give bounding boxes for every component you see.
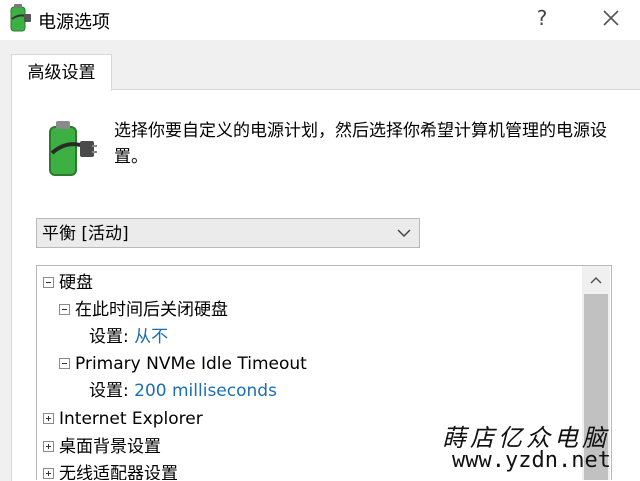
collapse-icon[interactable] — [43, 277, 54, 288]
power-plan-select[interactable]: 平衡 [活动] — [36, 218, 420, 248]
tree-item-label: 在此时间后关闭硬盘 — [75, 300, 228, 320]
power-plan-value: 平衡 [活动] — [42, 224, 129, 244]
tree-item-label: 无线适配器设置 — [59, 464, 178, 480]
chevron-up-icon[interactable] — [590, 276, 602, 284]
setting-value[interactable]: 200 milliseconds — [134, 381, 277, 401]
help-button[interactable]: ? — [528, 4, 556, 32]
tree-item-label: 桌面背景设置 — [59, 437, 161, 457]
expand-icon[interactable] — [43, 413, 54, 424]
collapse-icon[interactable] — [59, 304, 70, 315]
close-icon[interactable] — [596, 4, 626, 32]
tab-advanced-settings[interactable]: 高级设置 — [11, 54, 112, 91]
expand-icon[interactable] — [43, 441, 54, 452]
tree-item-label: 硬盘 — [59, 273, 93, 293]
window-title: 电源选项 — [38, 12, 110, 33]
setting-label: 设置: — [89, 381, 129, 401]
collapse-icon[interactable] — [59, 358, 70, 369]
watermark-url: www.yzdn.net — [452, 448, 611, 473]
setting-label: 设置: — [89, 327, 129, 347]
tree-item-label: Primary NVMe Idle Timeout — [75, 354, 307, 374]
battery-plug-icon — [10, 4, 31, 32]
battery-plug-icon — [49, 121, 97, 176]
setting-value[interactable]: 从不 — [134, 327, 168, 347]
title-bar: 电源选项 ? — [0, 0, 640, 40]
tree-item-setting[interactable]: 设置: 从不 — [89, 324, 168, 350]
tree-item-label: Internet Explorer — [59, 409, 203, 429]
expand-icon[interactable] — [43, 468, 54, 479]
description-text: 选择你要自定义的电源计划，然后选择你希望计算机管理的电源设置。 — [114, 121, 607, 167]
chevron-down-icon — [397, 229, 411, 238]
tree-item-setting[interactable]: 设置: 200 milliseconds — [89, 378, 277, 404]
